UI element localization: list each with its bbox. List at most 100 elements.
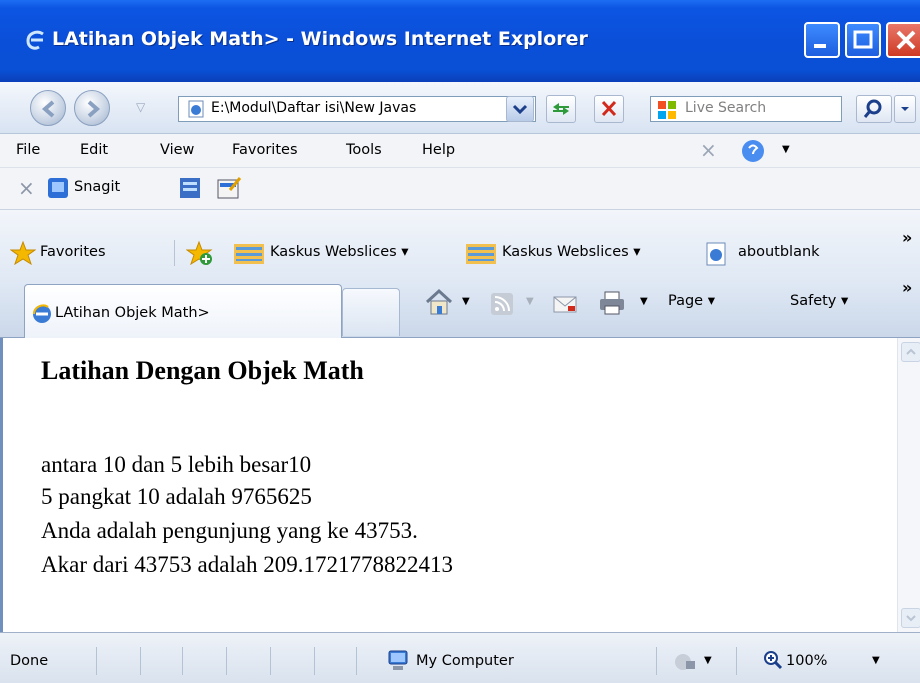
vertical-scrollbar[interactable] — [897, 338, 920, 632]
feeds-icon[interactable] — [490, 292, 514, 320]
menu-file[interactable]: File — [16, 142, 40, 158]
chevron-down-icon[interactable]: ▼ — [640, 296, 648, 307]
favorites-overflow-chevron[interactable]: » — [902, 228, 912, 247]
menu-help[interactable]: Help — [422, 142, 455, 158]
command-overflow-chevron[interactable]: » — [902, 278, 912, 297]
chevron-down-icon[interactable]: ▼ — [872, 655, 880, 666]
ie-page-icon — [704, 242, 728, 270]
refresh-icon — [553, 103, 569, 115]
search-options-button[interactable] — [894, 95, 916, 123]
mail-icon[interactable] — [552, 292, 578, 320]
snagit-button[interactable]: Snagit — [74, 179, 120, 195]
home-button[interactable] — [424, 288, 454, 320]
chevron-down-icon — [906, 615, 916, 622]
status-divider — [226, 647, 227, 675]
tab-title: LAtihan Objek Math> — [55, 305, 210, 321]
forward-button[interactable] — [74, 90, 110, 126]
maximize-button[interactable] — [845, 22, 881, 58]
page-menu[interactable]: Page ▾ — [668, 293, 715, 309]
content-line-4: Akar dari 43753 adalah 209.1721778822413 — [41, 552, 454, 577]
new-tab-button[interactable] — [342, 288, 400, 336]
recent-pages-dropdown-icon[interactable]: ▽ — [136, 100, 145, 114]
title-bar[interactable]: LAtihan Objek Math> - Windows Internet E… — [0, 0, 920, 82]
tab-active[interactable]: LAtihan Objek Math> — [24, 284, 342, 338]
snagit-icon[interactable] — [46, 176, 70, 204]
editor-icon[interactable] — [216, 176, 242, 204]
page-heading: Latihan Dengan Objek Math — [41, 356, 364, 385]
ie-logo-icon — [24, 28, 48, 56]
favorite-kaskus-webslices-1[interactable]: Kaskus Webslices ▾ — [270, 244, 409, 260]
add-to-favorites-bar-icon[interactable] — [185, 240, 214, 270]
chevron-up-icon — [906, 348, 916, 355]
arrow-right-icon — [87, 100, 101, 118]
status-divider — [182, 647, 183, 675]
live-search-icon — [657, 100, 677, 124]
content-line-3: Anda adalah pengunjung yang ke 43753. — [41, 518, 418, 543]
status-divider — [356, 647, 357, 675]
close-toolbar-icon[interactable]: × — [700, 138, 717, 162]
content-line-2: 5 pangkat 10 adalah 9765625 — [41, 484, 312, 509]
zone-text: My Computer — [416, 653, 514, 669]
snagit-toolbar: × Snagit — [0, 168, 920, 210]
magnifier-icon — [863, 99, 882, 118]
protected-mode-icon[interactable] — [672, 651, 698, 677]
close-toolbar-icon[interactable]: × — [18, 176, 35, 200]
status-text: Done — [10, 653, 49, 669]
refresh-button[interactable] — [546, 95, 576, 123]
print-icon[interactable] — [598, 290, 626, 320]
favorites-bar: Favorites Kaskus Webslices ▾ Kaskus Webs… — [0, 210, 920, 272]
favorite-kaskus-webslices-2[interactable]: Kaskus Webslices ▾ — [502, 244, 641, 260]
search-input[interactable]: Live Search — [650, 96, 842, 122]
page-content: Latihan Dengan Objek Math antara 10 dan … — [0, 338, 920, 632]
divider — [174, 240, 175, 266]
scroll-up-button[interactable] — [901, 342, 920, 362]
star-icon — [9, 240, 37, 270]
window-title: LAtihan Objek Math> - Windows Internet E… — [52, 28, 588, 50]
page-icon — [187, 100, 205, 121]
favorite-aboutblank[interactable]: aboutblank — [738, 244, 820, 260]
webslice-icon — [234, 244, 264, 268]
stop-button[interactable] — [594, 95, 624, 123]
chevron-down-icon[interactable]: ▼ — [704, 655, 712, 666]
stop-icon — [601, 100, 617, 117]
computer-icon — [386, 649, 410, 677]
status-bar: Done My Computer ▼ 100% ▼ — [0, 632, 920, 683]
status-divider — [314, 647, 315, 675]
address-text: E:\Modul\Daftar isi\New Javas — [211, 100, 417, 116]
chevron-down-icon[interactable]: ▼ — [462, 296, 470, 307]
chevron-down-icon[interactable]: ▼ — [782, 144, 790, 155]
minimize-button[interactable] — [804, 22, 840, 58]
close-button[interactable] — [886, 22, 920, 58]
status-divider — [656, 647, 657, 675]
back-button[interactable] — [30, 90, 66, 126]
address-input[interactable]: E:\Modul\Daftar isi\New Javas — [178, 96, 536, 122]
search-button[interactable] — [856, 95, 892, 123]
search-placeholder: Live Search — [685, 100, 767, 116]
ie-logo-icon — [31, 303, 53, 329]
menu-view[interactable]: View — [160, 142, 194, 158]
menu-bar: File Edit View Favorites Tools Help × ▼ — [0, 134, 920, 168]
menu-tools[interactable]: Tools — [346, 142, 382, 158]
chevron-down-icon — [901, 107, 909, 111]
status-divider — [270, 647, 271, 675]
scroll-down-button[interactable] — [901, 608, 920, 628]
zoom-level[interactable]: 100% — [786, 653, 827, 669]
menu-favorites[interactable]: Favorites — [232, 142, 298, 158]
address-toolbar: ▽ E:\Modul\Daftar isi\New Javas Live Sea… — [0, 82, 920, 134]
webslice-icon — [466, 244, 496, 268]
tab-row: LAtihan Objek Math> ▼ ▼ ▼ Page ▾ Safety … — [0, 272, 920, 338]
status-divider — [736, 647, 737, 675]
address-dropdown-button[interactable] — [506, 96, 534, 122]
menu-edit[interactable]: Edit — [80, 142, 108, 158]
zoom-icon[interactable] — [762, 649, 784, 675]
capture-window-icon[interactable] — [178, 176, 202, 204]
arrow-left-icon — [41, 100, 55, 118]
status-divider — [96, 647, 97, 675]
help-icon[interactable] — [740, 138, 766, 168]
safety-menu[interactable]: Safety ▾ — [790, 293, 848, 309]
content-line-1: antara 10 dan 5 lebih besar10 — [41, 452, 312, 477]
favorites-button[interactable]: Favorites — [40, 244, 106, 260]
chevron-down-icon — [512, 104, 528, 115]
status-divider — [140, 647, 141, 675]
chevron-down-icon[interactable]: ▼ — [526, 296, 534, 307]
